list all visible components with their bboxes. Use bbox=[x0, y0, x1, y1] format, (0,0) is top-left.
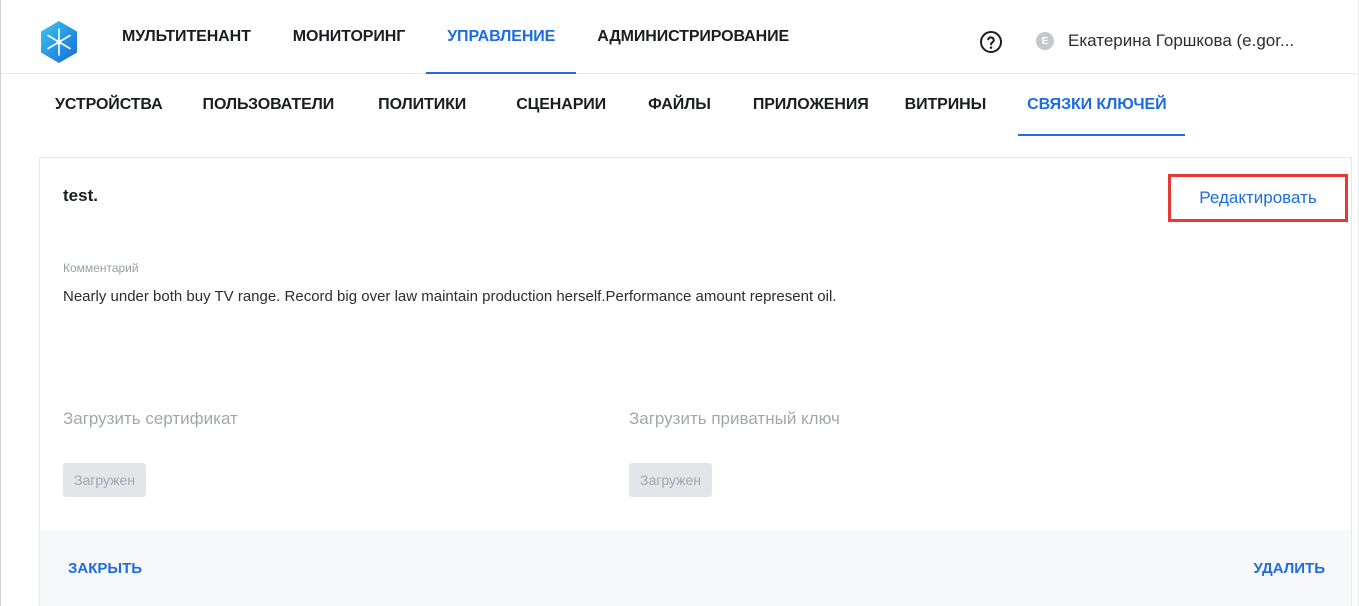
upload-certificate-label: Загрузить сертификат bbox=[63, 409, 238, 428]
delete-button[interactable]: УДАЛИТЬ bbox=[1253, 560, 1325, 577]
card-title: test. bbox=[63, 186, 98, 205]
help-circle-icon[interactable] bbox=[979, 30, 1003, 54]
tab-showcases[interactable]: ВИТРИНЫ bbox=[905, 74, 987, 136]
edit-button[interactable]: Редактировать bbox=[1168, 174, 1348, 222]
main-nav-item-administration[interactable]: АДМИНИСТРИРОВАНИЕ bbox=[576, 0, 810, 74]
private-key-status-badge: Загружен bbox=[629, 463, 713, 497]
tab-devices[interactable]: УСТРОЙСТВА bbox=[55, 74, 163, 136]
main-nav-item-multitenant[interactable]: МУЛЬТИТЕНАНТ bbox=[101, 0, 272, 74]
tab-policies[interactable]: ПОЛИТИКИ bbox=[378, 74, 466, 136]
user-avatar[interactable]: E bbox=[1036, 32, 1054, 50]
main-nav: МУЛЬТИТЕНАНТ МОНИТОРИНГ УПРАВЛЕНИЕ АДМИН… bbox=[101, 0, 810, 74]
certificate-status-badge: Загружен bbox=[63, 463, 147, 497]
top-navigation-bar: МУЛЬТИТЕНАНТ МОНИТОРИНГ УПРАВЛЕНИЕ АДМИН… bbox=[1, 0, 1358, 74]
tab-applications[interactable]: ПРИЛОЖЕНИЯ bbox=[753, 74, 869, 136]
app-logo-icon[interactable] bbox=[37, 20, 81, 64]
tab-scenarios[interactable]: СЦЕНАРИИ bbox=[516, 74, 606, 136]
main-nav-item-management[interactable]: УПРАВЛЕНИЕ bbox=[426, 0, 577, 74]
main-nav-item-monitoring[interactable]: МОНИТОРИНГ bbox=[272, 0, 426, 74]
key-bundle-card: test. Редактировать Комментарий Nearly u… bbox=[39, 157, 1352, 606]
comment-text: Nearly under both buy TV range. Record b… bbox=[63, 288, 837, 305]
comment-label: Комментарий bbox=[63, 261, 139, 275]
close-button[interactable]: ЗАКРЫТЬ bbox=[68, 560, 142, 577]
tab-users[interactable]: ПОЛЬЗОВАТЕЛИ bbox=[203, 74, 335, 136]
card-footer: ЗАКРЫТЬ УДАЛИТЬ bbox=[40, 530, 1351, 606]
user-name[interactable]: Екатерина Горшкова (e.gor... bbox=[1068, 31, 1294, 51]
tab-files[interactable]: ФАЙЛЫ bbox=[648, 74, 711, 136]
tab-key-bundles[interactable]: СВЯЗКИ КЛЮЧЕЙ bbox=[1018, 74, 1185, 136]
upload-private-key-label: Загрузить приватный ключ bbox=[629, 409, 840, 428]
app-window: МУЛЬТИТЕНАНТ МОНИТОРИНГ УПРАВЛЕНИЕ АДМИН… bbox=[0, 0, 1359, 606]
sub-nav: УСТРОЙСТВА ПОЛЬЗОВАТЕЛИ ПОЛИТИКИ СЦЕНАРИ… bbox=[55, 74, 1185, 136]
